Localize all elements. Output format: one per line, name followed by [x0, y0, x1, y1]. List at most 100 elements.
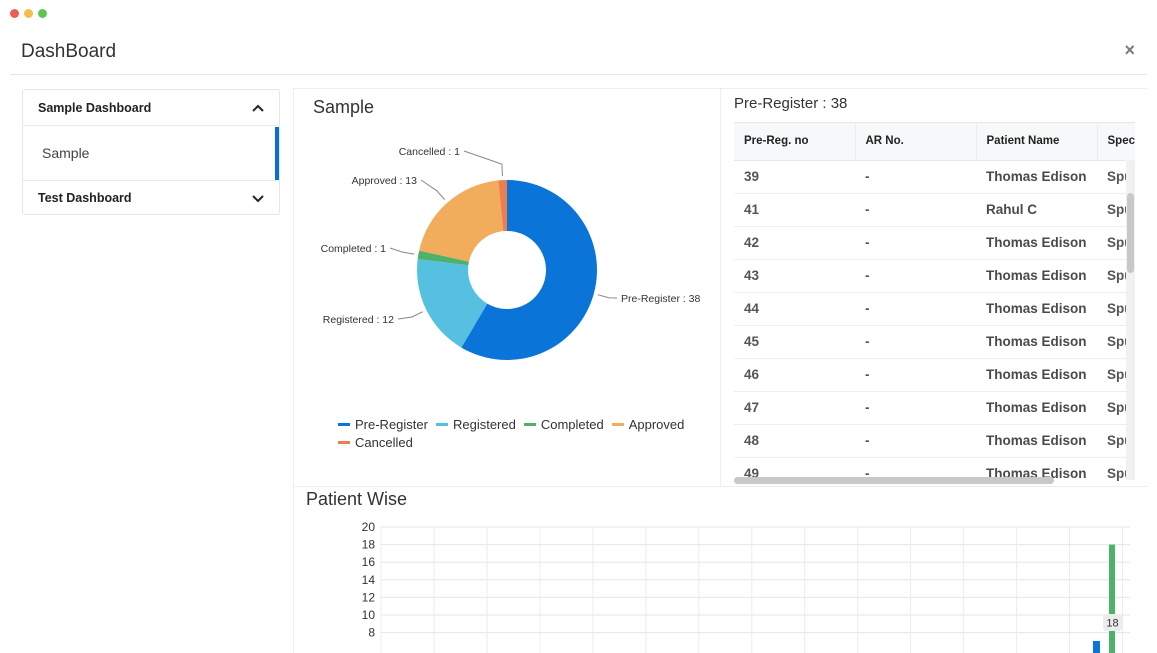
legend-item-cancelled[interactable]: Cancelled: [338, 435, 413, 450]
column-header-ar-no[interactable]: AR No.: [855, 123, 977, 161]
table-row[interactable]: 44- Thomas Edison Spu: [734, 292, 1135, 326]
cell-ar-no: -: [855, 259, 976, 293]
active-indicator: [275, 127, 279, 180]
cell-ar-no: -: [855, 193, 976, 227]
cell-patient-name: Thomas Edison: [976, 259, 1097, 293]
pre-register-panel: Pre-Register : 38 Pre-Reg. no AR No. Pat…: [721, 89, 1148, 486]
cell-pre-reg-no: 47: [734, 391, 855, 425]
y-tick-label: 12: [362, 590, 376, 604]
cell-patient-name: Thomas Edison: [976, 325, 1097, 359]
slice-label: Completed : 1: [321, 243, 387, 255]
table-row[interactable]: 43- Thomas Edison Spu: [734, 259, 1135, 293]
table-header-row: Pre-Reg. no AR No. Patient Name Spec: [734, 123, 1135, 161]
cell-pre-reg-no: 41: [734, 193, 855, 227]
cell-ar-no: -: [855, 391, 976, 425]
cell-patient-name: Thomas Edison: [976, 391, 1097, 425]
table-row[interactable]: 45- Thomas Edison Spu: [734, 325, 1135, 359]
sidebar-item-label: Sample: [42, 145, 90, 161]
legend-item-registered[interactable]: Registered: [435, 417, 516, 432]
pre-register-table-container[interactable]: Pre-Reg. no AR No. Patient Name Spec 39-…: [734, 122, 1135, 484]
legend-swatch: [611, 423, 624, 426]
slice-label: Approved : 13: [352, 175, 418, 187]
sidebar-accordion: Sample Dashboard Sample Test Dashboard: [22, 89, 280, 215]
slice-leader-line: [420, 179, 446, 200]
cell-patient-name: Rahul C: [976, 193, 1097, 227]
cell-patient-name: Thomas Edison: [976, 226, 1097, 260]
chart-bar[interactable]: [1109, 544, 1115, 653]
sidebar-item-sample[interactable]: Sample: [23, 126, 279, 181]
cell-ar-no: -: [855, 160, 976, 194]
close-window-dot[interactable]: [10, 9, 19, 18]
table-row[interactable]: 46- Thomas Edison Spu: [734, 358, 1135, 392]
y-tick-label: 10: [362, 608, 376, 622]
sample-panel-title: Sample: [313, 97, 375, 117]
close-icon[interactable]: ×: [1124, 41, 1135, 59]
dashboard-main: Sample Pre-Register : 38 Registered : 12 C…: [293, 88, 1148, 653]
legend-swatch: [338, 441, 350, 444]
column-header-spec[interactable]: Spec: [1097, 123, 1135, 161]
y-tick-label: 18: [362, 538, 376, 552]
horizontal-scrollbar[interactable]: [734, 477, 1054, 484]
minimize-window-dot[interactable]: [24, 9, 33, 18]
slice-label: Cancelled : 1: [399, 146, 460, 158]
cell-pre-reg-no: 48: [734, 424, 855, 458]
column-header-pre-reg-no[interactable]: Pre-Reg. no: [734, 123, 856, 161]
accordion-label: Sample Dashboard: [38, 100, 152, 115]
cell-ar-no: -: [855, 292, 976, 326]
legend-item-approved[interactable]: Approved: [611, 417, 685, 432]
donut-slice-approved[interactable]: [419, 180, 504, 262]
chevron-down-icon: [252, 195, 264, 203]
accordion-header-test-dashboard[interactable]: Test Dashboard: [23, 181, 279, 215]
page-title: DashBoard: [21, 41, 117, 62]
slice-label: Registered : 12: [323, 314, 394, 326]
cell-pre-reg-no: 44: [734, 292, 855, 326]
slice-leader-line: [463, 150, 503, 177]
cell-patient-name: Thomas Edison: [976, 358, 1097, 392]
legend-label: Registered: [452, 417, 516, 432]
cell-pre-reg-no: 39: [734, 160, 855, 194]
legend-label: Completed: [540, 417, 604, 432]
chart-legend: Pre-Register Registered Completed Approved C…: [338, 414, 698, 450]
cell-ar-no: -: [855, 424, 976, 458]
cell-ar-no: -: [855, 325, 976, 359]
slice-leader-line: [389, 247, 415, 255]
cell-pre-reg-no: 46: [734, 358, 855, 392]
y-tick-label: 8: [368, 626, 375, 640]
table-row[interactable]: 41- Rahul C Spu: [734, 193, 1135, 227]
sample-chart-panel: Sample Pre-Register : 38 Registered : 12 C…: [294, 89, 721, 486]
y-tick-label: 14: [362, 573, 376, 587]
cell-ar-no: -: [855, 358, 976, 392]
vertical-scrollbar[interactable]: [1127, 193, 1134, 273]
accordion-label: Test Dashboard: [38, 191, 132, 205]
legend-label: Approved: [628, 417, 685, 432]
table-row[interactable]: 42- Thomas Edison Spu: [734, 226, 1135, 260]
table-row[interactable]: 39- Thomas Edison Spu: [734, 160, 1135, 194]
maximize-window-dot[interactable]: [38, 9, 47, 18]
cell-pre-reg-no: 43: [734, 259, 855, 293]
legend-item-completed[interactable]: Completed: [523, 417, 604, 432]
dialog-header: DashBoard ×: [10, 28, 1147, 75]
chart-bar[interactable]: [1093, 641, 1100, 653]
patient-wise-bar-chart: 20 18 16 14 12 10 8 18: [362, 520, 1130, 653]
chevron-up-icon: [252, 104, 264, 112]
cell-patient-name: Thomas Edison: [976, 160, 1097, 194]
legend-swatch: [435, 423, 448, 426]
patient-wise-panel: Patient Wise 20 18 16 14 12 10 8 18: [294, 486, 1148, 653]
window-controls: [10, 9, 47, 18]
slice-label: Pre-Register : 38: [621, 293, 701, 305]
y-tick-label: 20: [362, 520, 376, 534]
table-panel-title: Pre-Register : 38: [734, 95, 848, 112]
table-row[interactable]: 47- Thomas Edison Spu: [734, 391, 1135, 425]
accordion-header-sample-dashboard[interactable]: Sample Dashboard: [23, 90, 279, 126]
legend-item-pre-register[interactable]: Pre-Register: [338, 417, 428, 432]
pre-register-table: Pre-Reg. no AR No. Patient Name Spec 39-…: [734, 123, 1135, 484]
cell-patient-name: Thomas Edison: [976, 292, 1097, 326]
legend-label: Pre-Register: [355, 417, 428, 432]
slice-leader-line: [397, 311, 423, 320]
cell-patient-name: Thomas Edison: [976, 424, 1097, 458]
column-header-patient-name[interactable]: Patient Name: [976, 123, 1098, 161]
cell-pre-reg-no: 42: [734, 226, 855, 260]
table-row[interactable]: 48- Thomas Edison Spu: [734, 424, 1135, 458]
slice-leader-line: [597, 294, 618, 299]
cell-ar-no: -: [855, 226, 976, 260]
